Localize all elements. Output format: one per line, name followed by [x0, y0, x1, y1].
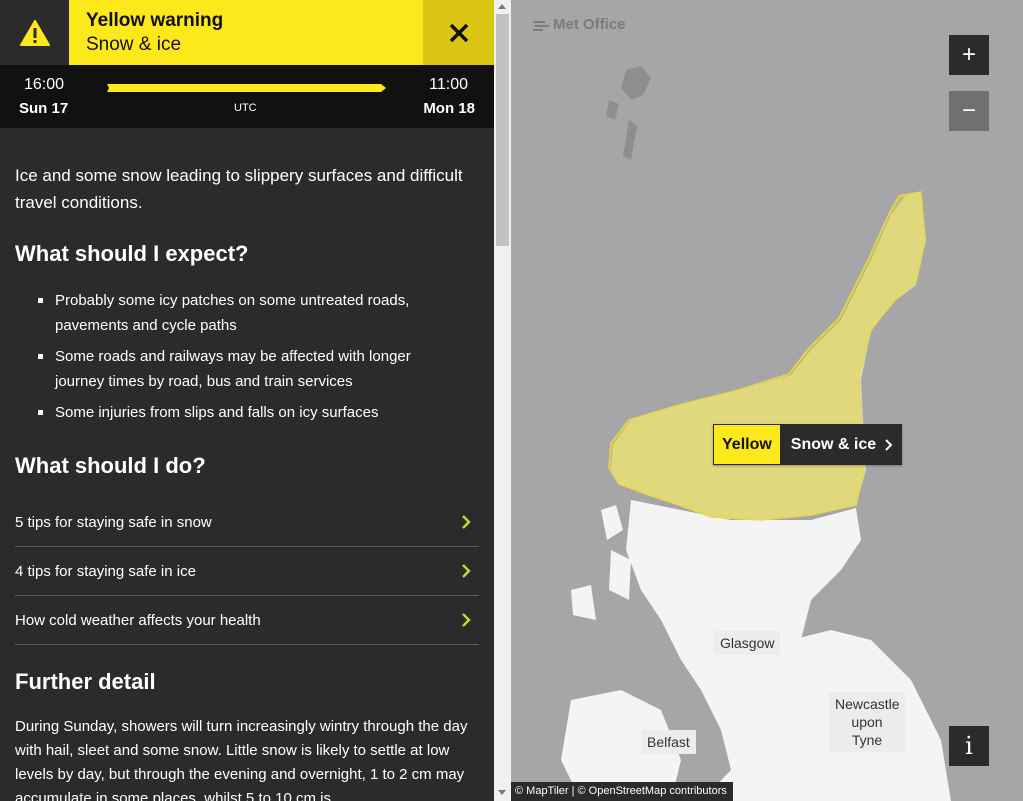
snow-tips-link[interactable]: 5 tips for staying safe in snow	[15, 498, 479, 547]
warning-icon-box	[0, 0, 69, 65]
map-warning-label[interactable]: Yellow Snow & ice	[713, 424, 903, 465]
city-label-glasgow: Glasgow	[714, 631, 781, 655]
start-time: 16:00	[24, 76, 65, 93]
city-label-newcastle: Newcastle upon Tyne	[829, 692, 905, 752]
advice-links: 5 tips for staying safe in snow 4 tips f…	[15, 498, 479, 645]
warning-title: Yellow warning	[86, 10, 224, 31]
warning-type-tag: Snow & ice	[780, 424, 903, 465]
brand-name: Met Office	[553, 16, 626, 33]
start-day: Sun 17	[19, 100, 69, 117]
map-attribution[interactable]: © MapTiler | © OpenStreetMap contributor…	[511, 782, 733, 801]
warning-level-tag: Yellow	[713, 424, 781, 465]
warning-type-label: Snow & ice	[790, 435, 877, 453]
list-item: Some injuries from slips and falls on ic…	[15, 400, 455, 425]
timezone-label: UTC	[234, 102, 257, 114]
warning-header: Yellow warning Snow & ice	[0, 0, 494, 65]
met-office-logo: Met Office	[531, 16, 626, 33]
map-land	[561, 66, 951, 801]
do-heading: What should I do?	[15, 453, 206, 478]
close-button[interactable]	[423, 0, 494, 65]
info-button[interactable]: i	[949, 726, 989, 766]
zoom-out-button[interactable]: −	[949, 91, 989, 131]
chevron-right-icon	[462, 564, 471, 578]
list-item: Probably some icy patches on some untrea…	[15, 288, 455, 338]
warning-triangle-icon	[19, 19, 50, 46]
end-time: 11:00	[429, 76, 468, 93]
chevron-right-icon	[885, 438, 893, 451]
link-label: How cold weather affects your health	[15, 611, 261, 629]
warning-map[interactable]: Met Office + − Yellow Snow & ice Glasgow…	[511, 0, 1023, 801]
ice-tips-link[interactable]: 4 tips for staying safe in ice	[15, 547, 479, 596]
zoom-in-button[interactable]: +	[949, 35, 989, 75]
scroll-up-arrow-icon[interactable]	[498, 4, 506, 9]
further-detail-text: During Sunday, showers will turn increas…	[15, 718, 468, 801]
warning-panel: Yellow warning Snow & ice 16:00 Sun 17 U…	[0, 0, 494, 801]
warning-subtitle: Snow & ice	[86, 34, 182, 55]
end-day: Mon 18	[423, 100, 475, 117]
chevron-right-icon	[462, 515, 471, 529]
close-icon	[449, 23, 468, 42]
panel-scrollbar[interactable]	[494, 0, 511, 801]
warning-content: Ice and some snow leading to slippery su…	[15, 128, 479, 801]
link-label: 4 tips for staying safe in ice	[15, 562, 196, 580]
expect-heading: What should I expect?	[15, 241, 249, 266]
city-label-belfast: Belfast	[641, 730, 696, 754]
warning-summary: Ice and some snow leading to slippery su…	[15, 166, 463, 212]
scroll-down-arrow-icon[interactable]	[498, 790, 506, 795]
list-item: Some roads and railways may be affected …	[15, 344, 455, 394]
met-office-logo-icon	[533, 20, 549, 31]
further-heading: Further detail	[15, 669, 156, 694]
link-label: 5 tips for staying safe in snow	[15, 513, 212, 531]
timeline-bar	[107, 84, 386, 92]
warning-timeline: 16:00 Sun 17 UTC 11:00 Mon 18	[0, 65, 494, 128]
scroll-thumb[interactable]	[496, 14, 509, 246]
cold-health-link[interactable]: How cold weather affects your health	[15, 596, 479, 645]
chevron-right-icon	[462, 613, 471, 627]
city-label-text: Newcastle upon Tyne	[835, 696, 900, 748]
expect-list: Probably some icy patches on some untrea…	[15, 288, 455, 431]
